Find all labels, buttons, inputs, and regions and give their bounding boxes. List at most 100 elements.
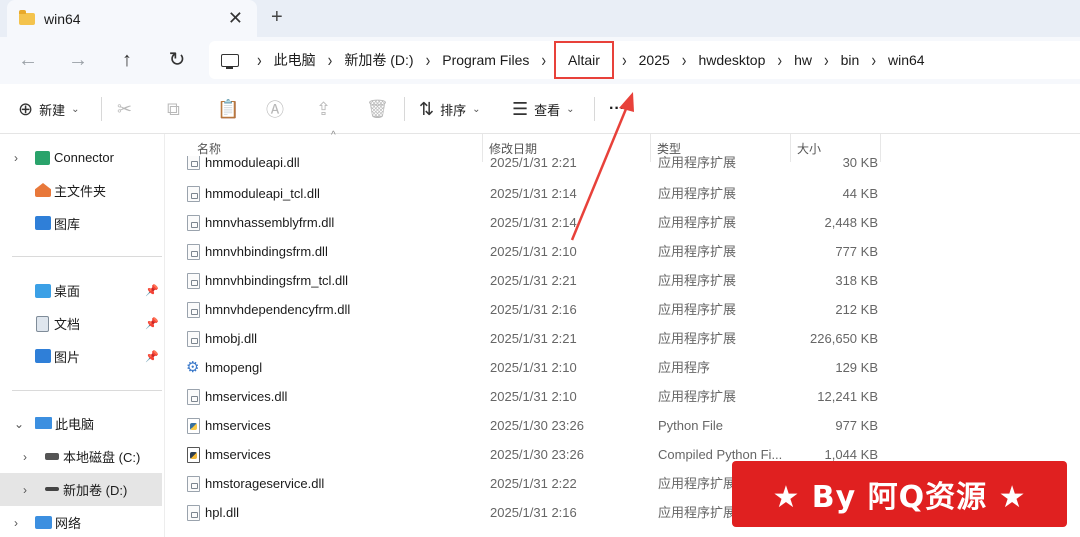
cut-button[interactable]: ✂ xyxy=(117,84,138,134)
sidebar-item-gallery[interactable]: 图库 xyxy=(0,207,162,240)
back-icon[interactable]: ← xyxy=(15,47,41,73)
chevron-right-icon[interactable]: › xyxy=(14,151,18,165)
paste-button[interactable]: 📋 xyxy=(217,84,245,134)
chevron-right-icon[interactable]: › xyxy=(777,50,782,71)
drive-icon xyxy=(45,487,59,491)
file-type: 应用程序 xyxy=(658,360,711,375)
chevron-right-icon[interactable]: › xyxy=(426,50,431,71)
file-name: hmnvhdependencyfrm.dll xyxy=(205,302,351,317)
rename-button[interactable]: Ⓐ xyxy=(266,84,290,134)
table-row[interactable]: hmmoduleapi.dll 2025/1/31 2:21 应用程序扩展 30… xyxy=(175,156,880,178)
file-date: 2025/1/30 23:26 xyxy=(490,447,584,462)
breadcrumb-2025[interactable]: 2025 xyxy=(639,52,670,68)
dll-file-icon xyxy=(187,389,200,405)
dll-file-icon xyxy=(187,505,200,521)
dll-file-icon xyxy=(187,215,200,231)
sidebar-item-label: Connector xyxy=(54,150,114,165)
sidebar-item-pictures[interactable]: 图片 📌 xyxy=(0,340,162,373)
breadcrumb-bin[interactable]: bin xyxy=(841,52,860,68)
sidebar-item-network[interactable]: › 网络 xyxy=(0,506,162,537)
documents-icon xyxy=(36,316,49,332)
table-row[interactable]: hmnvhdependencyfrm.dll 2025/1/31 2:16 应用… xyxy=(175,295,880,324)
column-label: 类型 xyxy=(657,141,682,156)
sidebar-item-this-pc[interactable]: ⌄ 此电脑 xyxy=(0,407,162,440)
watermark-text: ★ By 阿Q资源 ★ xyxy=(772,480,1027,515)
forward-icon[interactable]: → xyxy=(65,47,91,73)
file-size: 226,650 KB xyxy=(810,331,878,346)
breadcrumb-win64[interactable]: win64 xyxy=(888,52,925,68)
sidebar-item-connector[interactable]: › Connector xyxy=(0,141,162,174)
chevron-right-icon[interactable]: › xyxy=(682,50,687,71)
sidebar-item-drive-d[interactable]: › 新加卷 (D:) xyxy=(0,473,162,506)
file-date: 2025/1/31 2:10 xyxy=(490,389,577,404)
up-icon[interactable]: ↑ xyxy=(114,47,140,73)
delete-icon: 🗑 xyxy=(366,98,389,119)
new-button[interactable]: ⊕ 新建 ⌄ xyxy=(18,84,80,134)
chevron-down-icon[interactable]: ⌄ xyxy=(14,417,24,431)
breadcrumb-hwdesktop[interactable]: hwdesktop xyxy=(698,52,765,68)
file-name: hmservices xyxy=(205,447,271,462)
table-row[interactable]: hmservices.dll 2025/1/31 2:10 应用程序扩展 12,… xyxy=(175,382,880,411)
table-row[interactable]: hmobj.dll 2025/1/31 2:21 应用程序扩展 226,650 … xyxy=(175,324,880,353)
table-row[interactable]: hmnvhassemblyfrm.dll 2025/1/31 2:14 应用程序… xyxy=(175,208,880,237)
dll-file-icon xyxy=(187,244,200,260)
file-date: 2025/1/31 2:22 xyxy=(490,476,577,491)
breadcrumb-this-pc[interactable]: 此电脑 xyxy=(274,50,316,70)
file-name: hmservices.dll xyxy=(205,389,288,404)
share-button[interactable]: ⇪ xyxy=(316,84,337,134)
breadcrumb-drive-d[interactable]: 新加卷 (D:) xyxy=(344,50,413,70)
cut-icon: ✂ xyxy=(117,98,133,119)
tab-win64[interactable]: win64 ✕ xyxy=(7,0,257,37)
chevron-right-icon[interactable]: › xyxy=(23,450,27,464)
new-tab-button[interactable]: + xyxy=(271,6,283,29)
breadcrumb-altair[interactable]: Altair xyxy=(554,41,614,79)
column-label: 大小 xyxy=(797,141,822,156)
file-size: 212 KB xyxy=(835,302,878,317)
file-name: hpl.dll xyxy=(205,505,239,520)
chevron-right-icon[interactable]: › xyxy=(328,50,333,71)
chevron-right-icon[interactable]: › xyxy=(14,516,18,530)
sidebar-divider xyxy=(12,390,162,391)
chevron-right-icon[interactable]: › xyxy=(257,50,262,71)
breadcrumb-hw[interactable]: hw xyxy=(794,52,812,68)
copy-button[interactable]: ⧉ xyxy=(167,84,186,134)
refresh-icon[interactable]: ↻ xyxy=(164,47,190,73)
file-size: 977 KB xyxy=(835,418,878,433)
sort-label: 排序 xyxy=(440,102,467,118)
view-button[interactable]: ☰ 查看 ⌄ xyxy=(512,84,575,134)
chevron-right-icon[interactable]: › xyxy=(23,483,27,497)
sidebar-item-desktop[interactable]: 桌面 📌 xyxy=(0,274,162,307)
table-row[interactable]: hmopengl 2025/1/31 2:10 应用程序 129 KB xyxy=(175,353,880,382)
column-label: 修改日期 xyxy=(489,141,538,156)
sidebar-item-drive-c[interactable]: › 本地磁盘 (C:) xyxy=(0,440,162,473)
table-row[interactable]: hmnvhbindingsfrm_tcl.dll 2025/1/31 2:21 … xyxy=(175,266,880,295)
pin-icon[interactable]: 📌 xyxy=(145,284,159,297)
file-size: 2,448 KB xyxy=(824,215,879,230)
table-row[interactable]: hmservices 2025/1/30 23:26 Python File 9… xyxy=(175,411,880,440)
breadcrumb-program-files[interactable]: Program Files xyxy=(442,52,529,68)
sidebar-item-home[interactable]: 主文件夹 xyxy=(0,174,162,207)
file-date: 2025/1/31 2:14 xyxy=(490,186,577,201)
pin-icon[interactable]: 📌 xyxy=(145,350,159,363)
chevron-right-icon[interactable]: › xyxy=(541,50,546,71)
dll-file-icon xyxy=(187,331,200,347)
file-size: 129 KB xyxy=(835,360,878,375)
computer-icon xyxy=(221,53,239,69)
file-name: hmnvhbindingsfrm_tcl.dll xyxy=(205,273,349,288)
address-bar[interactable]: › 此电脑 › 新加卷 (D:) › Program Files › Altai… xyxy=(209,41,1080,79)
chevron-right-icon[interactable]: › xyxy=(871,50,876,71)
file-type: 应用程序扩展 xyxy=(658,331,737,346)
sidebar-item-documents[interactable]: 文档 📌 xyxy=(0,307,162,340)
file-name: hmobj.dll xyxy=(205,331,258,346)
close-tab-icon[interactable]: ✕ xyxy=(228,8,243,29)
more-button[interactable]: ··· xyxy=(609,84,625,134)
table-row[interactable]: hmnvhbindingsfrm.dll 2025/1/31 2:10 应用程序… xyxy=(175,237,880,266)
chevron-right-icon[interactable]: › xyxy=(622,50,627,71)
chevron-down-icon: ⌄ xyxy=(566,103,575,115)
delete-button[interactable]: 🗑 xyxy=(366,84,395,134)
file-size: 318 KB xyxy=(835,273,878,288)
chevron-right-icon[interactable]: › xyxy=(824,50,829,71)
table-row[interactable]: hmmoduleapi_tcl.dll 2025/1/31 2:14 应用程序扩… xyxy=(175,179,880,208)
sort-button[interactable]: ⇅ 排序 ⌄ xyxy=(419,84,481,134)
pin-icon[interactable]: 📌 xyxy=(145,317,159,330)
